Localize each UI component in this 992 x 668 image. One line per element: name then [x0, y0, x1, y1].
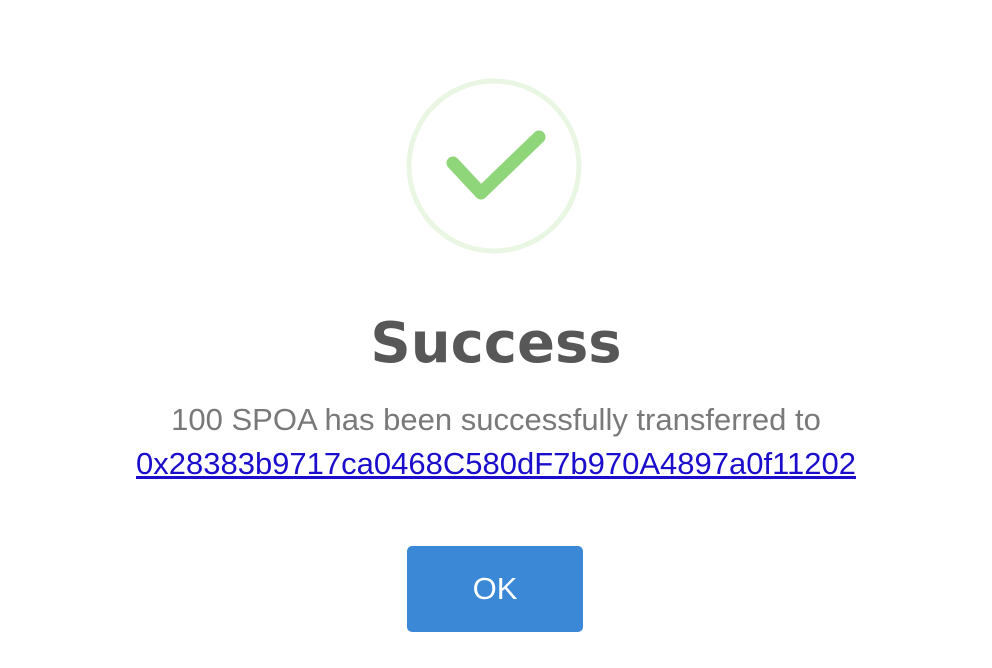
dialog-title: Success	[370, 311, 622, 376]
success-checkmark-icon	[406, 78, 582, 254]
ok-button[interactable]: OK	[407, 546, 583, 632]
recipient-address-link[interactable]: 0x28383b9717ca0468C580dF7b970A4897a0f112…	[136, 446, 856, 481]
dialog-message: 100 SPOA has been successfully transferr…	[0, 398, 992, 486]
success-dialog: Success 100 SPOA has been successfully t…	[0, 0, 992, 668]
message-text: 100 SPOA has been successfully transferr…	[171, 402, 821, 437]
